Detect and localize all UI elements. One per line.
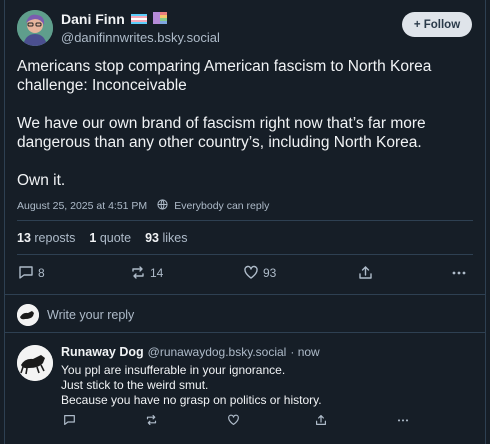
post-text-line: We have our own brand of fascism right n… xyxy=(17,115,426,132)
reply-time: · now xyxy=(290,345,320,359)
post-text-line: challenge: Inconceivable xyxy=(17,77,187,94)
post-timestamp[interactable]: August 25, 2025 at 4:51 PM xyxy=(17,200,147,212)
avatar[interactable] xyxy=(17,10,53,46)
repost-count: 14 xyxy=(150,265,164,280)
ellipsis-icon xyxy=(397,419,409,422)
likes-stat[interactable]: 93 likes xyxy=(145,231,187,245)
reply-text-line: Just stick to the weird smut. xyxy=(61,378,209,392)
ellipsis-icon xyxy=(452,271,466,275)
reply-author-handle[interactable]: @runawaydog.bsky.social xyxy=(148,345,287,359)
reply-bubble-icon xyxy=(19,266,33,279)
divider xyxy=(5,332,485,333)
reply-more-options-button[interactable] xyxy=(396,414,410,426)
heart-icon xyxy=(244,265,258,279)
repost-button[interactable]: 14 xyxy=(130,265,163,280)
heart-icon xyxy=(228,414,239,425)
reply-author-name[interactable]: Runaway Dog xyxy=(61,345,144,359)
like-button[interactable]: 93 xyxy=(243,265,276,280)
reply-header: Runaway Dog @runawaydog.bsky.social · no… xyxy=(61,345,320,359)
reply-reply-button[interactable] xyxy=(63,414,76,426)
share-icon xyxy=(316,415,326,425)
reply-permission[interactable]: Everybody can reply xyxy=(174,200,269,212)
repost-icon xyxy=(132,266,144,279)
author-name-row[interactable]: Dani Finn xyxy=(61,11,167,27)
reply-button[interactable]: 8 xyxy=(18,265,45,280)
post-text-line: dangerous than any other country’s, incl… xyxy=(17,134,422,151)
post-text-line: Own it. xyxy=(17,172,66,189)
engagement-stats: 13 reposts 1 quote 93 likes xyxy=(17,231,188,245)
quotes-stat[interactable]: 1 quote xyxy=(89,231,131,245)
author-name[interactable]: Dani Finn xyxy=(61,11,125,27)
rainbow-flag-icon xyxy=(152,11,167,27)
reply-like-button[interactable] xyxy=(227,414,240,426)
trans-flag-icon xyxy=(130,11,147,27)
repost-icon xyxy=(146,415,157,425)
reply-repost-button[interactable] xyxy=(145,414,158,426)
post-text-line: Americans stop comparing American fascis… xyxy=(17,58,432,75)
share-icon xyxy=(359,266,372,279)
reply-text: You ppl are insufferable in your ignoran… xyxy=(61,363,322,408)
compose-reply[interactable]: Write your reply xyxy=(17,304,134,326)
current-user-avatar xyxy=(17,304,39,326)
post-thread-panel: Dani Finn @danifinnwrites.bsky.social + … xyxy=(4,0,486,444)
share-button[interactable] xyxy=(358,265,373,280)
reply-count: 8 xyxy=(38,265,45,280)
more-options-button[interactable] xyxy=(451,265,467,280)
globe-icon xyxy=(157,199,168,213)
author-handle[interactable]: @danifinnwrites.bsky.social xyxy=(61,30,220,45)
reply-text-line: Because you have no grasp on politics or… xyxy=(61,393,322,407)
reply-author-avatar[interactable] xyxy=(17,345,53,381)
like-count: 93 xyxy=(263,265,277,280)
divider xyxy=(17,220,473,221)
reply-share-button[interactable] xyxy=(315,414,327,426)
reposts-stat[interactable]: 13 reposts xyxy=(17,231,75,245)
divider xyxy=(5,294,485,295)
follow-button[interactable]: + Follow xyxy=(402,12,472,37)
reply-input-placeholder[interactable]: Write your reply xyxy=(47,308,134,322)
divider xyxy=(17,254,473,255)
post-meta: August 25, 2025 at 4:51 PM Everybody can… xyxy=(17,199,269,213)
reply-bubble-icon xyxy=(64,415,75,425)
reply-text-line: You ppl are insufferable in your ignoran… xyxy=(61,363,286,377)
